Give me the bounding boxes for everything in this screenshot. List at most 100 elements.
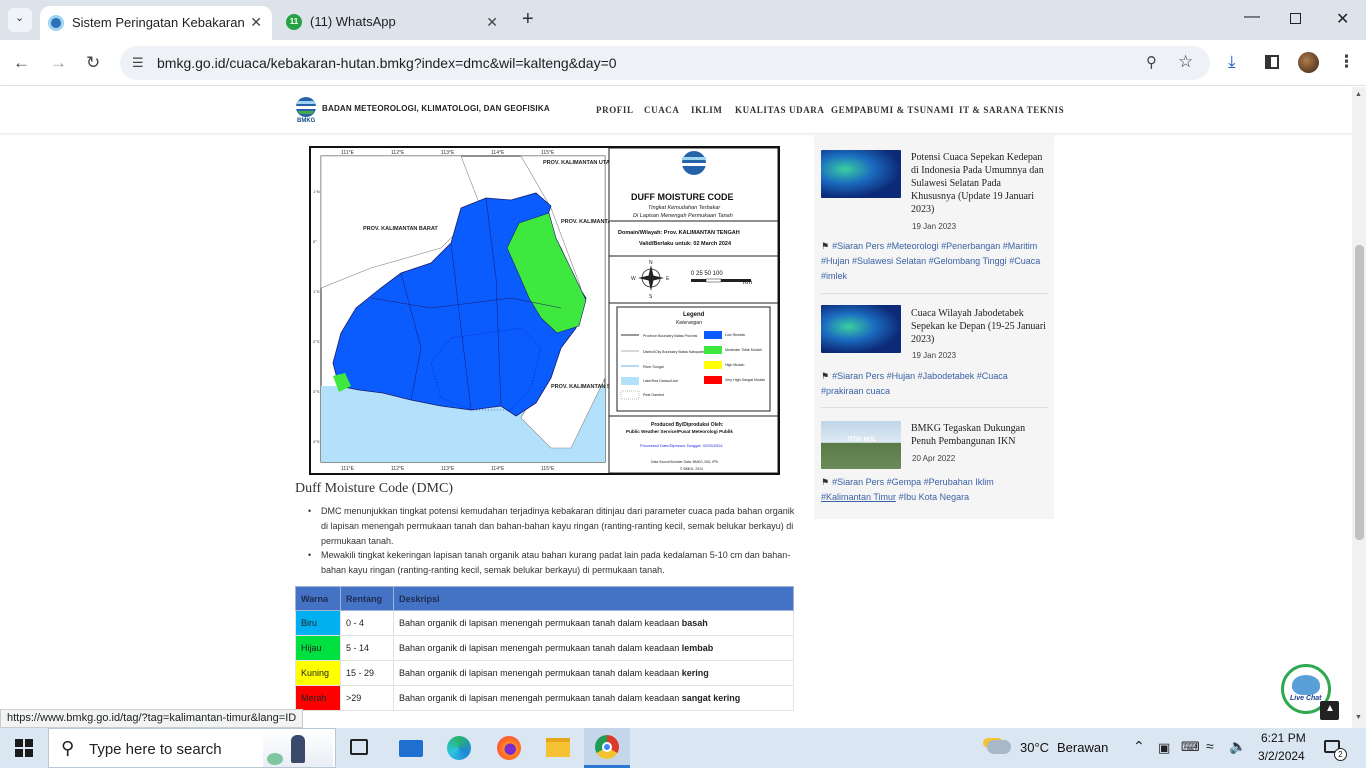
meet-now-icon[interactable]: ▣ xyxy=(1158,740,1170,756)
reload-icon[interactable]: ↻ xyxy=(86,54,100,71)
nav-profil[interactable]: PROFIL xyxy=(596,105,634,115)
tag-link[interactable]: #Perubahan Iklim xyxy=(924,477,994,487)
tag-link[interactable]: #Meteorologi xyxy=(887,241,939,251)
minimize-icon[interactable]: — xyxy=(1244,8,1260,26)
close-tab-icon[interactable]: ✕ xyxy=(486,14,498,31)
tag-link[interactable]: #Cuaca xyxy=(1009,256,1040,266)
scroll-thumb[interactable] xyxy=(1355,245,1364,540)
scroll-top-button[interactable]: ▲ xyxy=(1320,701,1339,720)
legend-title: Legend xyxy=(683,312,705,318)
sidepanel-icon[interactable] xyxy=(1265,55,1279,69)
profile-avatar[interactable] xyxy=(1298,52,1319,73)
forward-icon[interactable]: → xyxy=(50,54,67,71)
nav-iklim[interactable]: IKLIM xyxy=(691,105,723,115)
post-thumbnail[interactable] xyxy=(821,305,901,353)
whatsapp-favicon-icon: 11 xyxy=(286,14,302,30)
nav-it-sarana[interactable]: IT & SARANA TEKNIS xyxy=(959,105,1064,115)
post-divider xyxy=(821,293,1048,294)
nav-kualitas-udara[interactable]: KUALITAS UDARA xyxy=(735,105,825,115)
tab-search-button[interactable]: ⌄ xyxy=(8,8,32,32)
tag-link[interactable]: #Hujan xyxy=(821,256,850,266)
site-header: BMKG BADAN METEOROLOGI, KLIMATOLOGI, DAN… xyxy=(0,87,1352,134)
map-scale-unit: Km xyxy=(743,280,752,286)
zoom-icon[interactable]: ⚲ xyxy=(1146,53,1157,71)
bmkg-logo[interactable]: BMKG xyxy=(295,96,317,126)
back-icon[interactable]: ← xyxy=(13,54,30,71)
post-thumbnail[interactable] xyxy=(821,150,901,198)
nav-cuaca[interactable]: CUACA xyxy=(644,105,680,115)
tag-link[interactable]: #Siaran Pers xyxy=(832,241,884,251)
restore-icon[interactable] xyxy=(1290,13,1301,24)
tab-title: Sistem Peringatan Kebakaran H xyxy=(72,15,248,30)
lon-tick: 114°E xyxy=(491,466,505,472)
taskbar-search-box[interactable]: ⚲ Type here to search xyxy=(48,728,336,768)
article-heading: Duff Moisture Code (DMC) xyxy=(295,481,454,496)
cell-warna: Hijau xyxy=(295,635,341,661)
tag-link[interactable]: #Cuaca xyxy=(977,371,1008,381)
bookmark-star-icon[interactable]: ☆ xyxy=(1178,52,1193,72)
close-tab-icon[interactable]: ✕ xyxy=(250,14,262,31)
tag-link[interactable]: #Gelombang Tinggi xyxy=(929,256,1007,266)
clock-time[interactable]: 6:21 PM xyxy=(1261,731,1306,745)
clock-date[interactable]: 3/2/2024 xyxy=(1258,749,1305,763)
tag-link[interactable]: #Sulawesi Selatan xyxy=(852,256,926,266)
tag-link[interactable]: #Hujan xyxy=(887,371,916,381)
url-text[interactable]: bmkg.go.id/cuaca/kebakaran-hutan.bmkg?in… xyxy=(157,55,617,71)
map-domain: Domain/Wilayah: Prov. KALIMANTAN TENGAH xyxy=(618,230,740,236)
chrome-taskbar-button[interactable] xyxy=(584,728,630,768)
tag-link[interactable]: #Ibu Kota Negara xyxy=(899,492,970,502)
notification-button[interactable]: 2 xyxy=(1320,736,1348,762)
lon-tick: 113°E xyxy=(441,150,455,156)
dmc-table: Warna Rentang Deskripsi Biru 0 - 4 Bahan… xyxy=(295,586,794,711)
tag-icon: ⚑ xyxy=(821,371,830,381)
download-icon[interactable]: ⤓ xyxy=(1228,53,1236,70)
nav-gempabumi[interactable]: GEMPABUMI & TSUNAMI xyxy=(831,105,954,115)
map-producer: Public Weather Service/Pusat Meteorologi… xyxy=(626,429,733,434)
task-view-icon[interactable] xyxy=(350,739,368,755)
lat-tick: 0° xyxy=(313,239,317,244)
post-title[interactable]: BMKG Tegaskan Dukungan Penuh Pembangunan… xyxy=(911,422,1047,448)
start-button[interactable] xyxy=(0,728,48,768)
site-info-icon[interactable]: ☰ xyxy=(132,55,144,71)
post-tags: ⚑ #Siaran Pers #Hujan #Jabodetabek #Cuaca… xyxy=(821,369,1043,399)
tab-bmkg[interactable]: Sistem Peringatan Kebakaran H ✕ xyxy=(40,6,272,40)
tag-link[interactable]: #Jabodetabek xyxy=(918,371,975,381)
post-thumbnail[interactable]: TITIK NOL xyxy=(821,421,901,469)
tag-link[interactable]: #Maritim xyxy=(1003,241,1038,251)
edge-icon[interactable] xyxy=(447,736,471,760)
tag-link[interactable]: #Penerbangan xyxy=(941,241,1000,251)
lon-tick: 115°E xyxy=(541,466,555,472)
tag-link[interactable]: #Siaran Pers xyxy=(832,371,884,381)
tag-link[interactable]: #Siaran Pers xyxy=(832,477,884,487)
firefox-icon[interactable] xyxy=(497,736,521,760)
page-scrollbar[interactable]: ▲ ▼ xyxy=(1352,87,1366,728)
wifi-icon[interactable]: ≈ xyxy=(1206,738,1214,754)
map-subtitle-2: Di Lapisan Menengah Permukaan Tanah xyxy=(633,213,733,219)
post-title[interactable]: Potensi Cuaca Sepekan Kedepan di Indones… xyxy=(911,151,1047,216)
tag-link[interactable]: #prakiraan cuaca xyxy=(821,386,890,396)
file-explorer-icon[interactable] xyxy=(546,738,570,757)
volume-icon[interactable]: 🔈 xyxy=(1229,738,1246,755)
brand-name[interactable]: BADAN METEOROLOGI, KLIMATOLOGI, DAN GEOF… xyxy=(322,104,550,113)
weather-cloud-icon[interactable] xyxy=(987,740,1011,754)
tag-link[interactable]: #Gempa xyxy=(887,477,922,487)
tag-link[interactable]: #imlek xyxy=(821,271,847,281)
weather-desc[interactable]: Berawan xyxy=(1057,740,1108,755)
scroll-down-arrow-icon[interactable]: ▼ xyxy=(1355,714,1362,721)
language-icon[interactable]: ⌨ xyxy=(1181,739,1200,755)
tab-whatsapp[interactable]: 11 (11) WhatsApp ✕ xyxy=(276,6,508,40)
menu-kebab-icon[interactable]: ⋮ xyxy=(1338,53,1355,70)
live-chat-label: Live Chat xyxy=(1290,695,1322,702)
scroll-up-arrow-icon[interactable]: ▲ xyxy=(1355,91,1362,98)
address-bar[interactable]: ☰ bmkg.go.id/cuaca/kebakaran-hutan.bmkg?… xyxy=(120,46,1210,80)
tag-link[interactable]: #Kalimantan Timur xyxy=(821,492,896,502)
new-tab-icon[interactable]: + xyxy=(522,8,534,31)
browser-toolbar: ← → ↻ ☰ bmkg.go.id/cuaca/kebakaran-hutan… xyxy=(0,40,1366,86)
post-title[interactable]: Cuaca Wilayah Jabodetabek Sepekan ke Dep… xyxy=(911,307,1047,346)
mail-icon[interactable] xyxy=(399,740,423,757)
tray-chevron-up-icon[interactable]: ⌃ xyxy=(1133,738,1145,755)
legend-item: Low Rendah xyxy=(725,333,745,337)
windows-logo-icon xyxy=(15,739,33,757)
weather-temp[interactable]: 30°C xyxy=(1020,740,1049,755)
close-window-icon[interactable]: ✕ xyxy=(1336,9,1349,29)
